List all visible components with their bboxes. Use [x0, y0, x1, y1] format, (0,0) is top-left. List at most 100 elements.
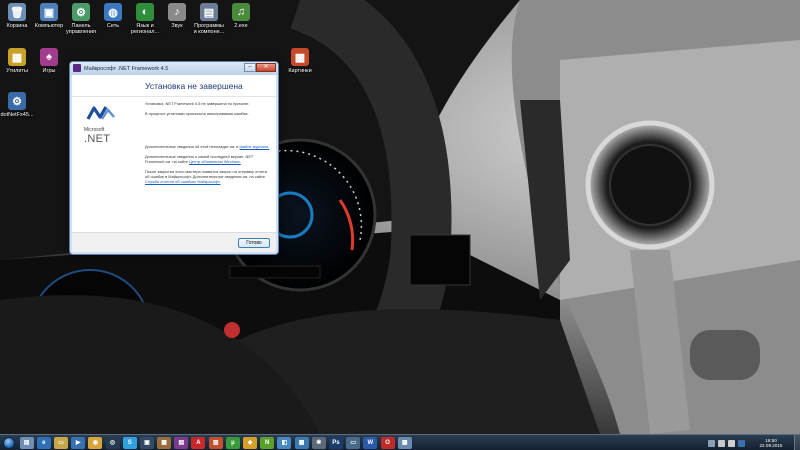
folder-icon: ▦ — [8, 48, 26, 66]
taskbar-app-steam[interactable]: ◎ — [105, 436, 120, 449]
taskbar-app-acrobat[interactable]: A — [191, 436, 206, 449]
taskbar-app-lang[interactable]: ▩ — [294, 436, 309, 449]
taskbar-app-notepad[interactable]: ▥ — [208, 436, 223, 449]
info-update: Дополнительные сведения о самой последне… — [145, 154, 272, 164]
clock[interactable]: 16:50 22.09.2015 — [748, 438, 794, 449]
terminal-icon: ▣ — [144, 440, 150, 446]
installer-icon: ⚙ — [8, 92, 26, 110]
desktop-icon-utilities[interactable]: ▦ Утилиты — [0, 48, 34, 74]
window-titlebar[interactable]: Майкрософт .NET Framework 4.5 – ✕ — [70, 62, 278, 75]
desktop-icon-programs[interactable]: ▤ Программы и компоне... — [192, 3, 226, 35]
logo-product: .NET — [84, 133, 111, 145]
close-button[interactable]: ✕ — [256, 63, 276, 72]
desktop-icon-games[interactable]: ♠ Игры — [32, 48, 66, 74]
window-footer: Готово — [72, 232, 276, 252]
word-icon: W — [367, 439, 374, 446]
windows-update-link[interactable]: Центр обновления Windows. — [189, 159, 241, 164]
taskbar-app-installer[interactable]: ▦ — [397, 436, 412, 449]
utorrent-icon: µ — [231, 439, 235, 446]
taskbar-app-chrome[interactable]: ◉ — [88, 436, 103, 449]
taskbar-app-utorrent[interactable]: µ — [225, 436, 240, 449]
monitor-icon: ▭ — [350, 440, 356, 446]
desktop-icon-label: Сеть — [106, 23, 120, 29]
taskbar-app-monitor[interactable]: ▭ — [346, 436, 361, 449]
taskbar-app-ie[interactable]: e — [36, 436, 51, 449]
error-reporting-link[interactable]: Служба отчетов об ошибках Майкрософт. — [145, 179, 221, 184]
desktop-icon-computer[interactable]: ▣ Компьютер — [32, 3, 66, 29]
log-file-link[interactable]: файле журнала. — [240, 144, 270, 149]
taskbar-app-photoshop[interactable]: Ps — [328, 436, 343, 449]
info-report-text: После закрытия этого мастера появится за… — [145, 169, 267, 179]
desktop-icon-recycle-bin[interactable]: 🗑 Корзина — [0, 3, 34, 29]
language-tray-icon[interactable] — [738, 439, 745, 447]
desktop-icon-label: Игры — [42, 68, 56, 74]
desktop-icon-label: Панель управления — [66, 23, 96, 35]
taskbar-app-viewer[interactable]: ◧ — [277, 436, 292, 449]
taskbar-app-folder[interactable]: ▭ — [53, 436, 68, 449]
viewer-icon: ◧ — [281, 440, 288, 446]
taskbar-app-winamp[interactable]: ◆ — [243, 436, 258, 449]
window-header: Установка не завершена — [72, 75, 276, 97]
skype-icon: S — [127, 439, 132, 446]
clock-date: 22.09.2015 — [759, 443, 783, 448]
start-button[interactable] — [0, 435, 18, 450]
desktop-icon-network[interactable]: ◍ Сеть — [96, 3, 130, 29]
desktop-icon-control-panel[interactable]: ⚙ Панель управления — [64, 3, 98, 35]
taskbar-app-settings[interactable]: ✱ — [311, 436, 326, 449]
taskbar-app-explorer[interactable]: ▤ — [19, 436, 34, 449]
sound-icon: ♪ — [168, 3, 186, 21]
explorer-icon: ▤ — [23, 440, 30, 446]
ie-icon: e — [42, 439, 46, 446]
pictures-icon: ▩ — [291, 48, 309, 66]
windows-orb-icon — [3, 436, 15, 449]
desktop-icon-dotnetfx[interactable]: ⚙ dotNetFx45... — [0, 92, 34, 118]
network-tray-icon[interactable] — [718, 439, 725, 447]
network-icon: ◍ — [104, 3, 122, 21]
taskbar-app-skype[interactable]: S — [122, 436, 137, 449]
info-log: Дополнительные сведения об этой неполадк… — [145, 144, 272, 149]
control-panel-icon: ⚙ — [72, 3, 90, 21]
info-log-text: Дополнительные сведения об этой неполадк… — [145, 144, 239, 149]
minimize-button[interactable]: – — [244, 63, 256, 72]
window-client-area: Установка не завершена Microsoft .NET Ус… — [72, 75, 276, 252]
taskbar-app-media[interactable]: ▶ — [71, 436, 86, 449]
desktop-icon-label: dotNetFx45... — [0, 112, 34, 118]
desktop-icon-2exe[interactable]: ♫ 2.exe — [224, 3, 258, 29]
desktop-icon-label: Звук — [171, 23, 183, 29]
taskbar-app-archiver[interactable]: ▤ — [174, 436, 189, 449]
message-content: Установка .NET Framework 4.5 не завершен… — [145, 101, 272, 232]
error-detail: В процессе установки произошла неисправи… — [145, 111, 249, 116]
installer-window: Майкрософт .NET Framework 4.5 – ✕ Устано… — [69, 61, 279, 255]
dotnet-app-icon — [73, 64, 81, 72]
computer-icon: ▣ — [40, 3, 58, 21]
desktop-icon-sound[interactable]: ♪ Звук — [160, 3, 194, 29]
desktop-icon-language[interactable]: ◐ Язык и регионал... — [128, 3, 162, 35]
system-tray: 16:50 22.09.2015 — [708, 435, 800, 450]
archiver-icon: ▤ — [178, 440, 185, 446]
exe-icon: ♫ — [232, 3, 250, 21]
dotnet-wave-icon — [86, 106, 115, 120]
app9-icon: ▦ — [161, 440, 167, 446]
desktop-icon-label: Программы и компоне... — [193, 23, 225, 35]
language-icon: ◐ — [136, 3, 154, 21]
page-title: Установка не завершена — [145, 81, 243, 91]
steam-icon: ◎ — [109, 440, 116, 446]
media-icon: ▶ — [75, 440, 81, 446]
winamp-icon: ◆ — [247, 440, 253, 446]
show-desktop-button[interactable] — [794, 435, 800, 450]
taskbar-app-nvidia[interactable]: N — [260, 436, 275, 449]
desktop-icon-pictures[interactable]: ▩ Картинки — [283, 48, 317, 74]
dotnet-logo: Microsoft .NET — [84, 105, 134, 145]
desktop-icon-label: Язык и регионал... — [130, 23, 160, 35]
taskbar-app-opera[interactable]: O — [380, 436, 395, 449]
recycle-bin-icon: 🗑 — [8, 3, 26, 21]
finish-button[interactable]: Готово — [238, 238, 270, 248]
taskbar-app-word[interactable]: W — [363, 436, 378, 449]
taskbar-apps: ▤ e ▭ ▶ ◉ ◎ S ▣ ▦ ▤ A ▥ µ ◆ N ◧ ▩ ✱ Ps ▭ W O ▦ — [18, 436, 413, 449]
tray-arrow-icon[interactable] — [708, 439, 715, 447]
taskbar-app-terminal[interactable]: ▣ — [139, 436, 154, 449]
taskbar: ▤ e ▭ ▶ ◉ ◎ S ▣ ▦ ▤ A ▥ µ ◆ N ◧ ▩ ✱ Ps ▭ W O ▦ 16:50 22.09.201… — [0, 434, 800, 450]
folder-icon: ▭ — [58, 440, 64, 446]
volume-tray-icon[interactable] — [728, 439, 735, 447]
taskbar-app-app9[interactable]: ▦ — [157, 436, 172, 449]
